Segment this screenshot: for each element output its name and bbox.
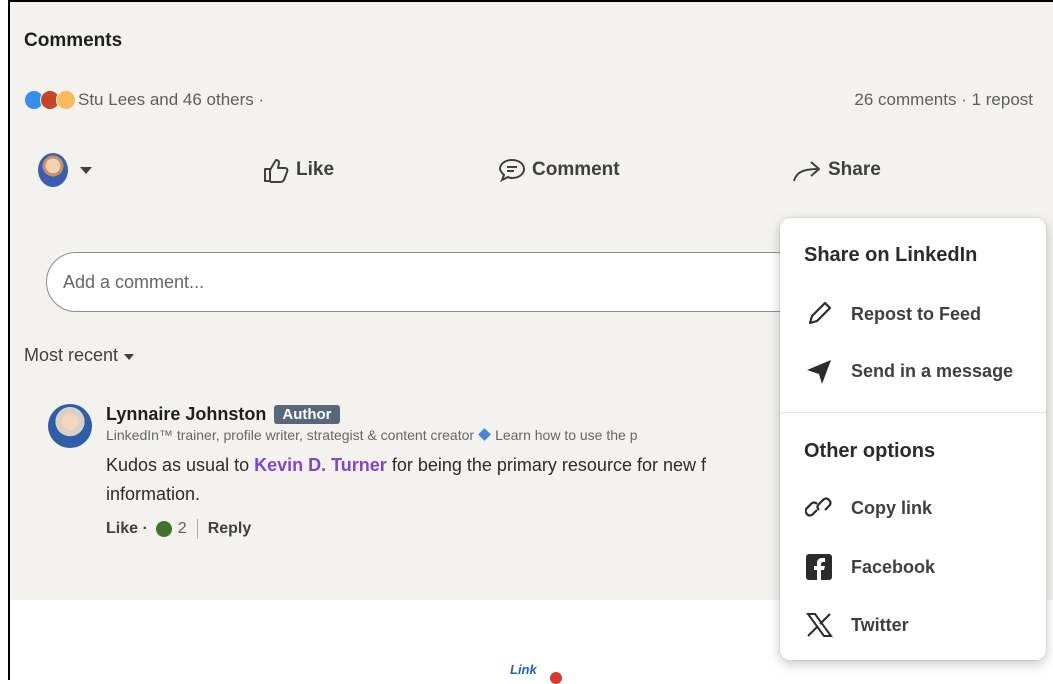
share-button[interactable]: Share bbox=[792, 145, 881, 195]
caret-down-icon bbox=[80, 166, 92, 174]
comment-repost-counts[interactable]: 26 comments · 1 repost bbox=[854, 90, 1033, 110]
commenter-headline: LinkedIn™ trainer, profile writer, strat… bbox=[106, 427, 796, 443]
share-on-linkedin-heading: Share on LinkedIn bbox=[804, 244, 978, 266]
author-badge: Author bbox=[274, 405, 340, 424]
send-in-message-item[interactable]: Send in a message bbox=[804, 353, 1013, 389]
diamond-icon bbox=[478, 428, 491, 441]
facebook-item[interactable]: Facebook bbox=[804, 549, 935, 585]
twitter-label: Twitter bbox=[851, 614, 909, 635]
commenter-name[interactable]: Lynnaire Johnston bbox=[106, 404, 266, 425]
copy-link-item[interactable]: Copy link bbox=[804, 490, 932, 526]
share-arrow-icon bbox=[793, 161, 820, 182]
footer-logo-mark bbox=[550, 672, 562, 684]
copy-link-label: Copy link bbox=[851, 497, 933, 518]
repost-label: Repost to Feed bbox=[851, 303, 982, 324]
comment-icon bbox=[498, 158, 526, 183]
sort-label: Most recent bbox=[24, 345, 119, 365]
link-icon bbox=[804, 493, 834, 523]
other-options-heading: Other options bbox=[804, 440, 936, 462]
x-logo-icon bbox=[804, 610, 834, 640]
footer-logo: Link bbox=[510, 662, 537, 677]
reply-button[interactable]: Reply bbox=[208, 520, 252, 538]
like-button[interactable]: Like bbox=[262, 145, 334, 195]
actor-selector[interactable] bbox=[38, 145, 92, 195]
facebook-icon bbox=[804, 552, 834, 582]
comment-text: Kudos as usual to Kevin D. Turner for be… bbox=[106, 451, 806, 509]
share-label: Share bbox=[828, 159, 881, 180]
comment-text-line2: information. bbox=[106, 484, 201, 504]
comment-reaction-count[interactable]: 2 bbox=[178, 520, 187, 538]
sort-dropdown[interactable]: Most recent bbox=[24, 345, 135, 366]
comment-body: Lynnaire Johnston Author LinkedIn™ train… bbox=[106, 404, 806, 539]
avatar bbox=[38, 153, 68, 187]
comment-like-button[interactable]: Like · bbox=[106, 520, 148, 538]
headline-tail: Learn how to use the p bbox=[495, 427, 638, 443]
headline-text: LinkedIn™ trainer, profile writer, strat… bbox=[106, 427, 475, 443]
divider bbox=[196, 519, 198, 539]
insightful-reaction-icon bbox=[56, 90, 76, 110]
send-label: Send in a message bbox=[851, 360, 1014, 381]
repost-to-feed-item[interactable]: Repost to Feed bbox=[804, 296, 981, 332]
comment-button[interactable]: Comment bbox=[498, 145, 620, 195]
reactors-text[interactable]: Stu Lees and 46 others · bbox=[78, 90, 264, 110]
comment-text-start: Kudos as usual to bbox=[106, 455, 250, 475]
comment-label: Comment bbox=[532, 159, 620, 180]
support-reaction-icon bbox=[155, 521, 172, 537]
mention-link[interactable]: Kevin D. Turner bbox=[254, 455, 387, 475]
thumbs-up-icon bbox=[264, 159, 289, 183]
send-icon bbox=[804, 356, 834, 386]
caret-down-icon bbox=[124, 353, 135, 360]
comment-placeholder: Add a comment... bbox=[63, 271, 205, 292]
facebook-label: Facebook bbox=[851, 556, 936, 577]
comment-text-end: for being the primary resource for new f bbox=[391, 455, 706, 475]
share-menu: Share on LinkedIn Repost to Feed Send in… bbox=[780, 218, 1046, 660]
reaction-icons bbox=[24, 90, 76, 110]
reactions-summary[interactable]: Stu Lees and 46 others · bbox=[24, 90, 264, 110]
add-comment-input[interactable]: Add a comment... bbox=[46, 252, 806, 312]
menu-divider bbox=[780, 412, 1046, 413]
comment-actions: Like · 2 Reply bbox=[106, 519, 806, 539]
comment-author-line: Lynnaire Johnston Author bbox=[106, 404, 806, 425]
action-bar: Like Comment Share bbox=[0, 145, 1043, 195]
commenter-avatar[interactable] bbox=[48, 404, 92, 448]
pencil-icon bbox=[804, 299, 834, 329]
section-title: Comments bbox=[24, 30, 123, 51]
like-label: Like bbox=[296, 159, 335, 180]
twitter-item[interactable]: Twitter bbox=[804, 607, 909, 643]
